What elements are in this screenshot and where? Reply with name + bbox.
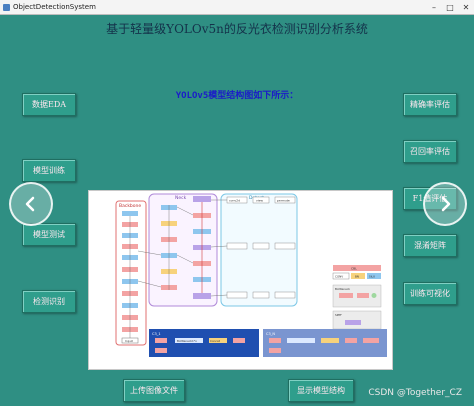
detect-frame [220, 193, 298, 307]
conv2d-block [226, 242, 248, 250]
module-legend: CBL CONV BN SiLU Bottleneck SPPF [332, 265, 382, 330]
view-block [252, 242, 270, 250]
neck-block [193, 196, 211, 202]
watermark: CSDN @Together_CZ [368, 388, 462, 398]
bottleneck-legend-label: Bottleneck [335, 287, 350, 291]
confusion-matrix-button[interactable]: 混淆矩阵 [403, 234, 457, 257]
c3n-bottleneck [287, 338, 315, 343]
close-icon[interactable]: ✕ [458, 3, 474, 12]
permute-block [274, 242, 296, 250]
bn-legend-label: BN [355, 275, 359, 279]
silu-legend-label: SiLU [369, 275, 375, 279]
chevron-right-icon [441, 196, 451, 212]
upload-image-button[interactable]: 上传图像文件 [123, 379, 185, 402]
prev-button[interactable] [9, 182, 53, 226]
view-block [252, 291, 270, 299]
input-label: Input [125, 339, 134, 343]
minimize-icon[interactable]: – [426, 3, 442, 12]
maxpool-block [345, 320, 361, 325]
page-title: 基于轻量级YOLOv5n的反光衣检测识别分析系统 [106, 22, 368, 36]
data-eda-button[interactable]: 数据EDA [22, 93, 76, 116]
cbl-legend-block [333, 265, 381, 271]
model-structure-diagram: Backbone Neck Detect Input [88, 190, 393, 370]
show-model-button[interactable]: 显示模型结构 [288, 379, 354, 402]
app-icon [3, 3, 10, 11]
csp-row-right: C3_N [263, 329, 387, 357]
sppf-legend-label: SPPF [335, 313, 342, 317]
neck-block [193, 293, 211, 299]
conv2d-label: conv2d [229, 199, 240, 203]
c3-module-label: C3_1 [152, 332, 161, 336]
c3-concat-label: Concat [210, 339, 221, 343]
conv-legend-label: CONV [335, 275, 343, 279]
train-visualize-button[interactable]: 训练可视化 [403, 282, 457, 305]
window-controls: – □ ✕ [426, 3, 474, 12]
chevron-left-icon [25, 196, 35, 212]
c3n-cbl [269, 348, 281, 353]
window-title: ObjectDetectionSystem [13, 3, 96, 11]
conv2d-block [226, 291, 248, 299]
c3-cbl [155, 348, 167, 353]
cbl-legend-label: CBL [351, 267, 357, 271]
c3n-cbl [269, 338, 281, 343]
add-node [371, 293, 377, 298]
c3-cbl [233, 338, 245, 343]
c3n-concat [321, 338, 339, 343]
c3n-cbl [345, 338, 357, 343]
yolov5-architecture-graphic: Backbone Neck Detect Input [115, 193, 387, 357]
permute-label: permute [277, 199, 290, 203]
neck-label: Neck [175, 195, 187, 201]
c3-bottleneck-label: Bottleneck1*n [177, 339, 197, 343]
window-titlebar: ObjectDetectionSystem – □ ✕ [0, 0, 474, 15]
detect-recognize-button[interactable]: 检测识别 [22, 290, 76, 313]
maximize-icon[interactable]: □ [442, 3, 458, 12]
backbone-column: Input [121, 211, 139, 344]
backbone-label: Backbone [119, 203, 141, 209]
c3n-module-label: C3_N [266, 332, 275, 336]
c3n-cbl [363, 338, 379, 343]
model-test-button[interactable]: 模型测试 [22, 223, 76, 246]
model-train-button[interactable]: 模型训练 [22, 159, 76, 182]
next-button[interactable] [423, 182, 467, 226]
bottleneck-cbl [339, 293, 353, 298]
backbone-block [122, 211, 138, 216]
view-label: view [256, 199, 263, 203]
permute-block [274, 291, 296, 299]
precision-eval-button[interactable]: 精确率评估 [403, 93, 457, 116]
c3-cbl [155, 338, 167, 343]
csp-row-left: C3_1 Bottleneck1*n Concat [149, 329, 259, 357]
bottleneck-cbl [357, 293, 369, 298]
recall-eval-button[interactable]: 召回率评估 [403, 140, 457, 163]
